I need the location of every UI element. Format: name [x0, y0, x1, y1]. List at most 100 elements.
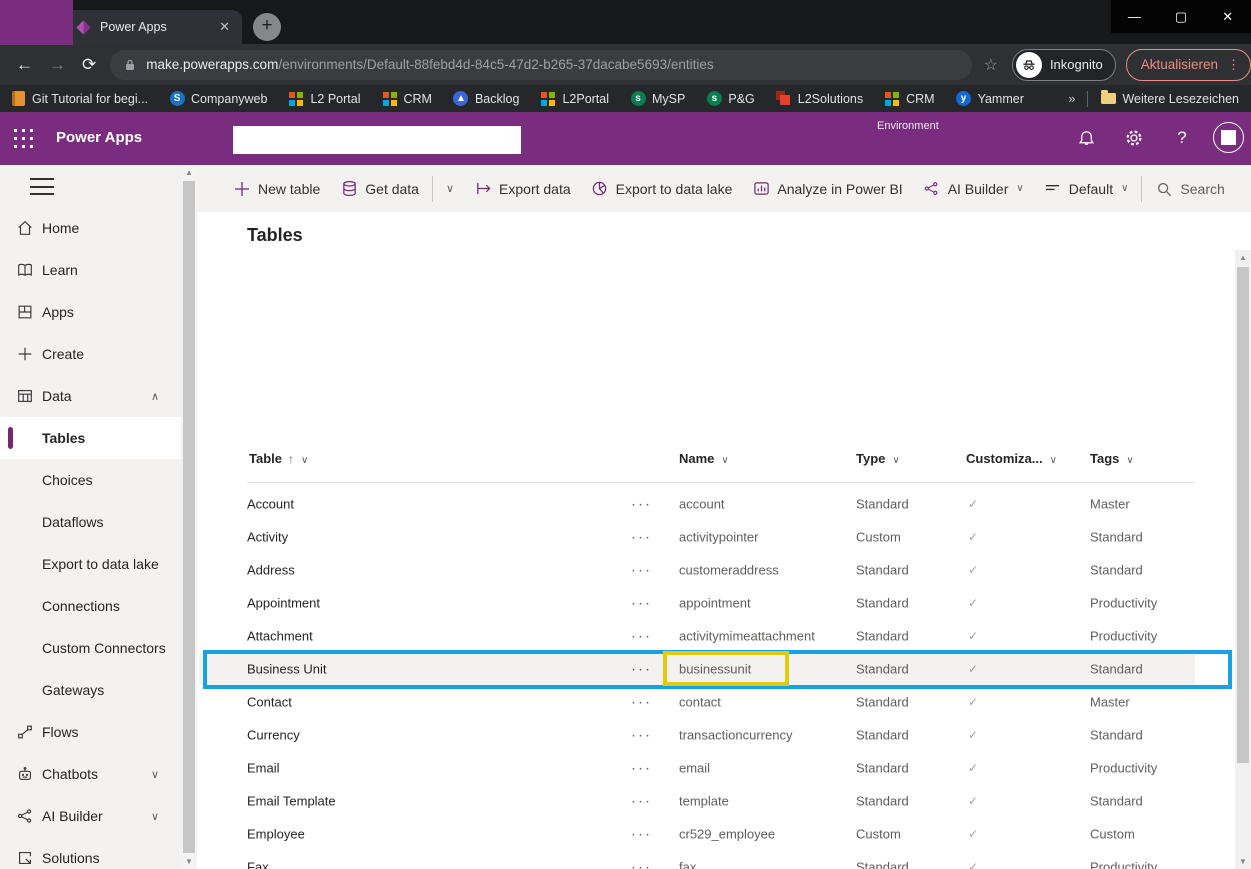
table-row[interactable]: Attachment ··· activitymimeattachment St…: [199, 619, 1195, 652]
table-cell-displayname[interactable]: Email Template: [247, 793, 336, 808]
table-cell-displayname[interactable]: Email: [247, 760, 280, 775]
row-more-icon[interactable]: ···: [631, 528, 652, 545]
sidebar-item-gateways[interactable]: Gateways: [0, 669, 181, 711]
row-more-icon[interactable]: ···: [631, 495, 652, 512]
settings-gear-icon[interactable]: [1122, 126, 1146, 150]
environment-label[interactable]: Environment: [877, 120, 939, 132]
table-row[interactable]: Contact ··· contact Standard ✓ Master: [199, 685, 1195, 718]
bookmarks-overflow-icon[interactable]: »: [1068, 91, 1075, 106]
window-maximize-button[interactable]: ▢: [1158, 0, 1205, 33]
column-header-table[interactable]: Table↑∨: [249, 451, 308, 466]
url-omnibox[interactable]: make.powerapps.com/environments/Default-…: [110, 50, 971, 80]
bookmark-item[interactable]: ▲Backlog: [453, 91, 519, 107]
table-row[interactable]: Email Template ··· template Standard ✓ S…: [199, 784, 1195, 817]
table-cell-displayname[interactable]: Attachment: [247, 628, 313, 643]
window-close-button[interactable]: ✕: [1204, 0, 1251, 33]
other-bookmarks-button[interactable]: Weitere Lesezeichen: [1100, 91, 1239, 107]
forward-icon[interactable]: →: [49, 55, 66, 75]
row-more-icon[interactable]: ···: [631, 693, 652, 710]
scrollbar-thumb[interactable]: [183, 181, 195, 853]
export-to-data-lake-button[interactable]: Export to data lake: [591, 180, 733, 198]
update-button[interactable]: Aktualisieren ⋮: [1126, 49, 1251, 81]
sidebar-item-create[interactable]: Create: [0, 333, 181, 375]
bookmark-item[interactable]: L2Portal: [540, 91, 609, 107]
bookmark-item[interactable]: CRM: [382, 91, 432, 107]
row-more-icon[interactable]: ···: [631, 561, 652, 578]
column-header-customizable[interactable]: Customiza...∨: [966, 451, 1057, 466]
table-cell-displayname[interactable]: Activity: [247, 529, 288, 544]
row-more-icon[interactable]: ···: [631, 858, 652, 869]
sidebar-item-custom-connectors[interactable]: Custom Connectors: [0, 627, 181, 669]
waffle-menu-icon[interactable]: [14, 129, 35, 150]
table-row[interactable]: Employee ··· cr529_employee Custom ✓ Cus…: [199, 817, 1195, 850]
table-row[interactable]: Currency ··· transactioncurrency Standar…: [199, 718, 1195, 751]
back-icon[interactable]: ←: [16, 55, 33, 75]
column-header-type[interactable]: Type∨: [856, 451, 900, 466]
row-more-icon[interactable]: ···: [631, 792, 652, 809]
sidebar-item-dataflows[interactable]: Dataflows: [0, 501, 181, 543]
table-row[interactable]: Account ··· account Standard ✓ Master: [199, 487, 1195, 520]
header-search-input[interactable]: [233, 126, 521, 154]
row-more-icon[interactable]: ···: [631, 825, 652, 842]
table-cell-displayname[interactable]: Employee: [247, 826, 305, 841]
table-cell-displayname[interactable]: Fax: [247, 859, 269, 869]
table-row[interactable]: Fax ··· fax Standard ✓ Productivity: [199, 850, 1195, 869]
new-tab-button[interactable]: +: [253, 13, 281, 41]
table-row[interactable]: Address ··· customeraddress Standard ✓ S…: [199, 553, 1195, 586]
table-cell-displayname[interactable]: Appointment: [247, 595, 320, 610]
row-more-icon[interactable]: ···: [631, 594, 652, 611]
sidebar-item-flows[interactable]: Flows: [0, 711, 181, 753]
sidebar-item-choices[interactable]: Choices: [0, 459, 181, 501]
chevron-down-icon[interactable]: ∨: [446, 182, 454, 195]
sidebar-item-connections[interactable]: Connections: [0, 585, 181, 627]
sidebar-item-learn[interactable]: Learn: [0, 249, 181, 291]
bookmark-star-icon[interactable]: ☆: [984, 55, 998, 75]
scroll-down-icon[interactable]: ▼: [181, 857, 197, 866]
sidebar-item-solutions[interactable]: Solutions: [0, 837, 181, 869]
sidebar-item-home[interactable]: Home: [0, 207, 181, 249]
sidebar-item-ai-builder[interactable]: AI Builder ∨: [0, 795, 181, 837]
export-data-button[interactable]: Export data: [474, 180, 571, 198]
table-cell-displayname[interactable]: Account: [247, 496, 294, 511]
reload-icon[interactable]: ⟳: [82, 55, 96, 75]
table-row[interactable]: Activity ··· activitypointer Custom ✓ St…: [199, 520, 1195, 553]
table-cell-displayname[interactable]: Address: [247, 562, 295, 577]
sidebar-item-data[interactable]: Data ∧: [0, 375, 181, 417]
user-avatar[interactable]: [1213, 122, 1244, 153]
bookmark-item[interactable]: Git Tutorial for begi...: [10, 91, 148, 107]
toolbar-search[interactable]: Search: [1155, 180, 1224, 198]
column-header-tags[interactable]: Tags∨: [1090, 451, 1134, 466]
table-row[interactable]: Appointment ··· appointment Standard ✓ P…: [199, 586, 1195, 619]
sidebar-item-export-to-data-lake[interactable]: Export to data lake: [0, 543, 181, 585]
tab-close-icon[interactable]: ✕: [219, 19, 230, 35]
browser-menu-icon[interactable]: ⋮: [1227, 57, 1240, 73]
row-more-icon[interactable]: ···: [631, 627, 652, 644]
get-data-button[interactable]: Get data: [340, 180, 419, 198]
sidebar-item-apps[interactable]: Apps: [0, 291, 181, 333]
help-icon[interactable]: ?: [1170, 126, 1194, 150]
notifications-bell-icon[interactable]: [1074, 126, 1098, 150]
bookmark-item[interactable]: CRM: [884, 91, 934, 107]
table-row[interactable]: Email ··· email Standard ✓ Productivity: [199, 751, 1195, 784]
main-scrollbar[interactable]: ▲ ▼: [1235, 250, 1251, 869]
bookmark-item[interactable]: sP&G: [706, 91, 754, 107]
view-selector-default[interactable]: Default ∨: [1044, 180, 1129, 198]
new-table-button[interactable]: New table: [233, 180, 320, 198]
scroll-up-icon[interactable]: ▲: [1235, 253, 1251, 262]
column-header-name[interactable]: Name∨: [679, 451, 729, 466]
row-more-icon[interactable]: ···: [631, 759, 652, 776]
table-cell-displayname[interactable]: Currency: [247, 727, 300, 742]
bookmark-item[interactable]: L2 Portal: [288, 91, 360, 107]
table-cell-displayname[interactable]: Contact: [247, 694, 292, 709]
bookmark-item[interactable]: sMySP: [630, 91, 685, 107]
sidebar-item-tables[interactable]: Tables: [0, 417, 181, 459]
sidebar-scrollbar[interactable]: ▲ ▼: [181, 165, 197, 869]
row-more-icon[interactable]: ···: [631, 726, 652, 743]
scroll-up-icon[interactable]: ▲: [181, 168, 197, 177]
analyze-in-power-bi-button[interactable]: Analyze in Power BI: [752, 180, 902, 198]
bookmark-item[interactable]: SCompanyweb: [169, 91, 267, 107]
bookmark-item[interactable]: yYammer: [956, 91, 1024, 107]
ai-builder-button[interactable]: AI Builder ∨: [923, 180, 1024, 198]
window-minimize-button[interactable]: —: [1111, 0, 1158, 33]
scroll-down-icon[interactable]: ▼: [1235, 857, 1251, 866]
